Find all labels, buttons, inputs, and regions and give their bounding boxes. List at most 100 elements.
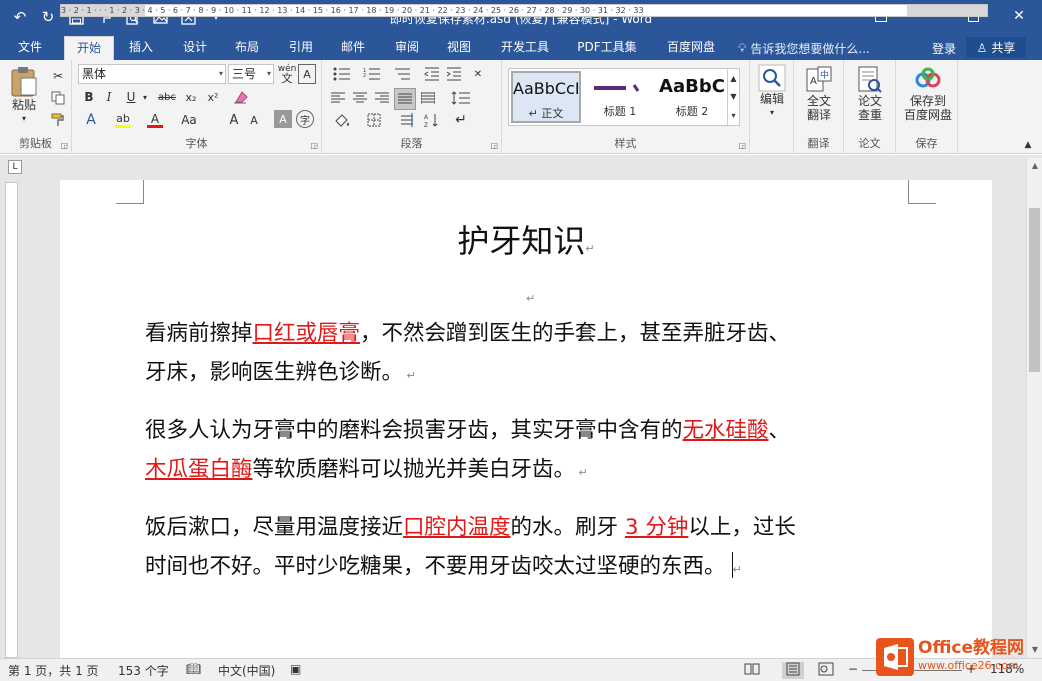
page-count[interactable]: 第 1 页，共 1 页 — [8, 662, 99, 679]
font-size-value: 三号 — [232, 67, 257, 81]
close-icon[interactable]: ✕ — [996, 0, 1042, 32]
justify-icon[interactable] — [394, 88, 416, 110]
proofing-icon[interactable]: 📖︎ — [186, 662, 201, 676]
distributed-icon[interactable] — [418, 88, 438, 108]
tab-view[interactable]: 视图 — [436, 36, 482, 60]
tab-layout[interactable]: 布局 — [224, 36, 270, 60]
paragraph-1-line-2: 牙床，影响医生辨色诊断。 ↵ — [145, 353, 915, 395]
show-marks-icon[interactable]: ↵ — [450, 110, 472, 130]
paragraph-1[interactable]: 看病前擦掉口红或唇膏，不然会蹭到医生的手套上，甚至弄脏牙齿、 牙床，影响医生辨色… — [145, 314, 915, 395]
tell-me-box[interactable]: 💡︎ 告诉我您想要做什么... — [738, 40, 870, 57]
word-count[interactable]: 153 个字 — [118, 662, 169, 679]
enclose-characters-icon[interactable]: 字 — [296, 110, 314, 128]
style-normal[interactable]: AaBbCcI ↵ 正文 — [511, 71, 581, 123]
document-title[interactable]: 护牙知识↵ — [60, 216, 992, 262]
save-to-baidu-button[interactable]: 保存到 百度网盘 — [900, 66, 956, 122]
collapse-ribbon-icon[interactable]: ▲ — [1020, 138, 1036, 152]
italic-icon[interactable]: I — [100, 88, 118, 106]
chinese-layout-icon[interactable]: ✕ — [468, 64, 488, 84]
read-mode-icon[interactable] — [744, 662, 760, 679]
launcher-icon[interactable]: ◲ — [490, 141, 498, 150]
tab-pdf-tools[interactable]: PDF工具集 — [572, 36, 642, 60]
styles-scroll-down-icon[interactable]: ▼ — [727, 87, 739, 105]
multilevel-list-icon[interactable] — [388, 64, 416, 84]
clear-formatting-icon[interactable] — [230, 88, 252, 106]
chevron-down-icon[interactable]: ▾ — [140, 88, 150, 106]
font-size-select[interactable]: 三号 ▾ — [228, 64, 274, 84]
tab-references[interactable]: 引用 — [278, 36, 324, 60]
decrease-indent-icon[interactable] — [422, 64, 442, 84]
font-name-select[interactable]: 黑体 ▾ — [78, 64, 226, 84]
login-link[interactable]: 登录 — [932, 40, 956, 57]
character-shading-icon[interactable]: A — [274, 110, 292, 128]
styles-more-icon[interactable]: ▾ — [727, 105, 739, 125]
paragraph-mark: ↵ — [585, 242, 595, 255]
styles-scroll-up-icon[interactable]: ▲ — [727, 69, 739, 87]
grow-font-icon[interactable]: A — [224, 110, 244, 130]
increase-indent-icon[interactable] — [444, 64, 464, 84]
font-name-value: 黑体 — [82, 67, 107, 81]
paragraph-2[interactable]: 很多人认为牙膏中的磨料会损害牙齿，其实牙膏中含有的无水硅酸、 木瓜蛋白酶等软质磨… — [145, 411, 915, 492]
language-status[interactable]: 中文(中国) — [218, 662, 275, 679]
strikethrough-icon[interactable]: abc — [156, 88, 178, 106]
print-layout-icon[interactable] — [782, 662, 804, 679]
tab-developer[interactable]: 开发工具 — [494, 36, 556, 60]
format-painter-icon[interactable] — [48, 110, 68, 130]
asian-typography-icon[interactable] — [396, 110, 418, 130]
web-layout-icon[interactable] — [818, 662, 834, 679]
style-heading2[interactable]: AaBbC 标题 2 — [657, 71, 727, 123]
superscript-icon[interactable]: x² — [202, 88, 224, 106]
copy-icon[interactable] — [48, 88, 68, 108]
numbering-icon[interactable]: 12 — [358, 64, 386, 84]
scrollbar-thumb[interactable] — [1029, 208, 1040, 372]
scroll-up-icon[interactable]: ▲ — [1027, 158, 1042, 174]
tab-home[interactable]: 开始 — [64, 36, 114, 60]
tab-review[interactable]: 审阅 — [384, 36, 430, 60]
launcher-icon[interactable]: ◲ — [310, 141, 318, 150]
highlight-color-icon[interactable]: ab — [112, 110, 134, 130]
shading-icon[interactable] — [328, 110, 356, 130]
borders-icon[interactable] — [360, 110, 388, 130]
change-case-icon[interactable]: Aa — [176, 110, 202, 130]
paper-check-button[interactable]: 论文 查重 — [852, 66, 888, 122]
tab-design[interactable]: 设计 — [172, 36, 218, 60]
tab-insert[interactable]: 插入 — [118, 36, 164, 60]
launcher-icon[interactable]: ◲ — [738, 141, 746, 150]
tab-selector[interactable]: L — [8, 160, 22, 174]
paste-button[interactable]: 粘贴 ▾ — [6, 66, 42, 126]
tab-file[interactable]: 文件 — [8, 36, 52, 60]
align-left-icon[interactable] — [328, 88, 348, 108]
line-spacing-icon[interactable] — [448, 88, 474, 108]
tab-baidu-pan[interactable]: 百度网盘 — [660, 36, 722, 60]
vertical-ruler[interactable] — [5, 182, 18, 658]
redo-icon[interactable]: ↻ — [36, 6, 60, 28]
paragraph-1-line-1: 看病前擦掉口红或唇膏，不然会蹭到医生的手套上，甚至弄脏牙齿、 — [145, 314, 915, 353]
bold-icon[interactable]: B — [80, 88, 98, 106]
align-center-icon[interactable] — [350, 88, 370, 108]
tab-mailings[interactable]: 邮件 — [330, 36, 376, 60]
paragraph-2-line-2: 木瓜蛋白酶等软质磨料可以抛光并美白牙齿。 ↵ — [145, 450, 915, 492]
share-button[interactable]: ♙ 共享 — [966, 37, 1026, 58]
bullets-icon[interactable] — [328, 64, 356, 84]
zoom-out-icon[interactable]: − — [848, 662, 858, 676]
undo-icon[interactable]: ↶ — [8, 6, 32, 28]
sort-icon[interactable]: AZ — [420, 110, 442, 130]
vertical-scrollbar[interactable]: ▲ ▼ — [1026, 158, 1042, 658]
editing-button[interactable]: 编辑 ▾ — [754, 64, 790, 120]
phonetic-guide-icon[interactable]: wén 文 — [278, 64, 297, 85]
horizontal-ruler[interactable]: 3 · 2 · 1 · · · 1 · 2 · 3 · 4 · 5 · 6 · … — [60, 4, 988, 17]
font-color-icon[interactable]: A — [144, 110, 166, 130]
cut-icon[interactable]: ✂ — [48, 66, 68, 86]
paragraph-3[interactable]: 饭后漱口，尽量用温度接近口腔内温度的水。刷牙 3 分钟以上，过长 时间也不好。平… — [145, 508, 915, 589]
full-translate-button[interactable]: A中 全文 翻译 — [800, 66, 838, 122]
macro-record-icon[interactable]: ▣ — [290, 662, 301, 676]
page[interactable]: 护牙知识↵ ↵ 看病前擦掉口红或唇膏，不然会蹭到医生的手套上，甚至弄脏牙齿、 牙… — [60, 180, 992, 658]
shrink-font-icon[interactable]: A — [244, 110, 264, 130]
launcher-icon[interactable]: ◲ — [60, 141, 68, 150]
underline-icon[interactable]: U — [122, 88, 140, 106]
subscript-icon[interactable]: x₂ — [180, 88, 202, 106]
style-heading1[interactable]: 标题 1 — [585, 71, 655, 123]
align-right-icon[interactable] — [372, 88, 392, 108]
text-effects-icon[interactable]: A — [80, 110, 102, 130]
character-border-icon[interactable]: A — [298, 64, 316, 84]
